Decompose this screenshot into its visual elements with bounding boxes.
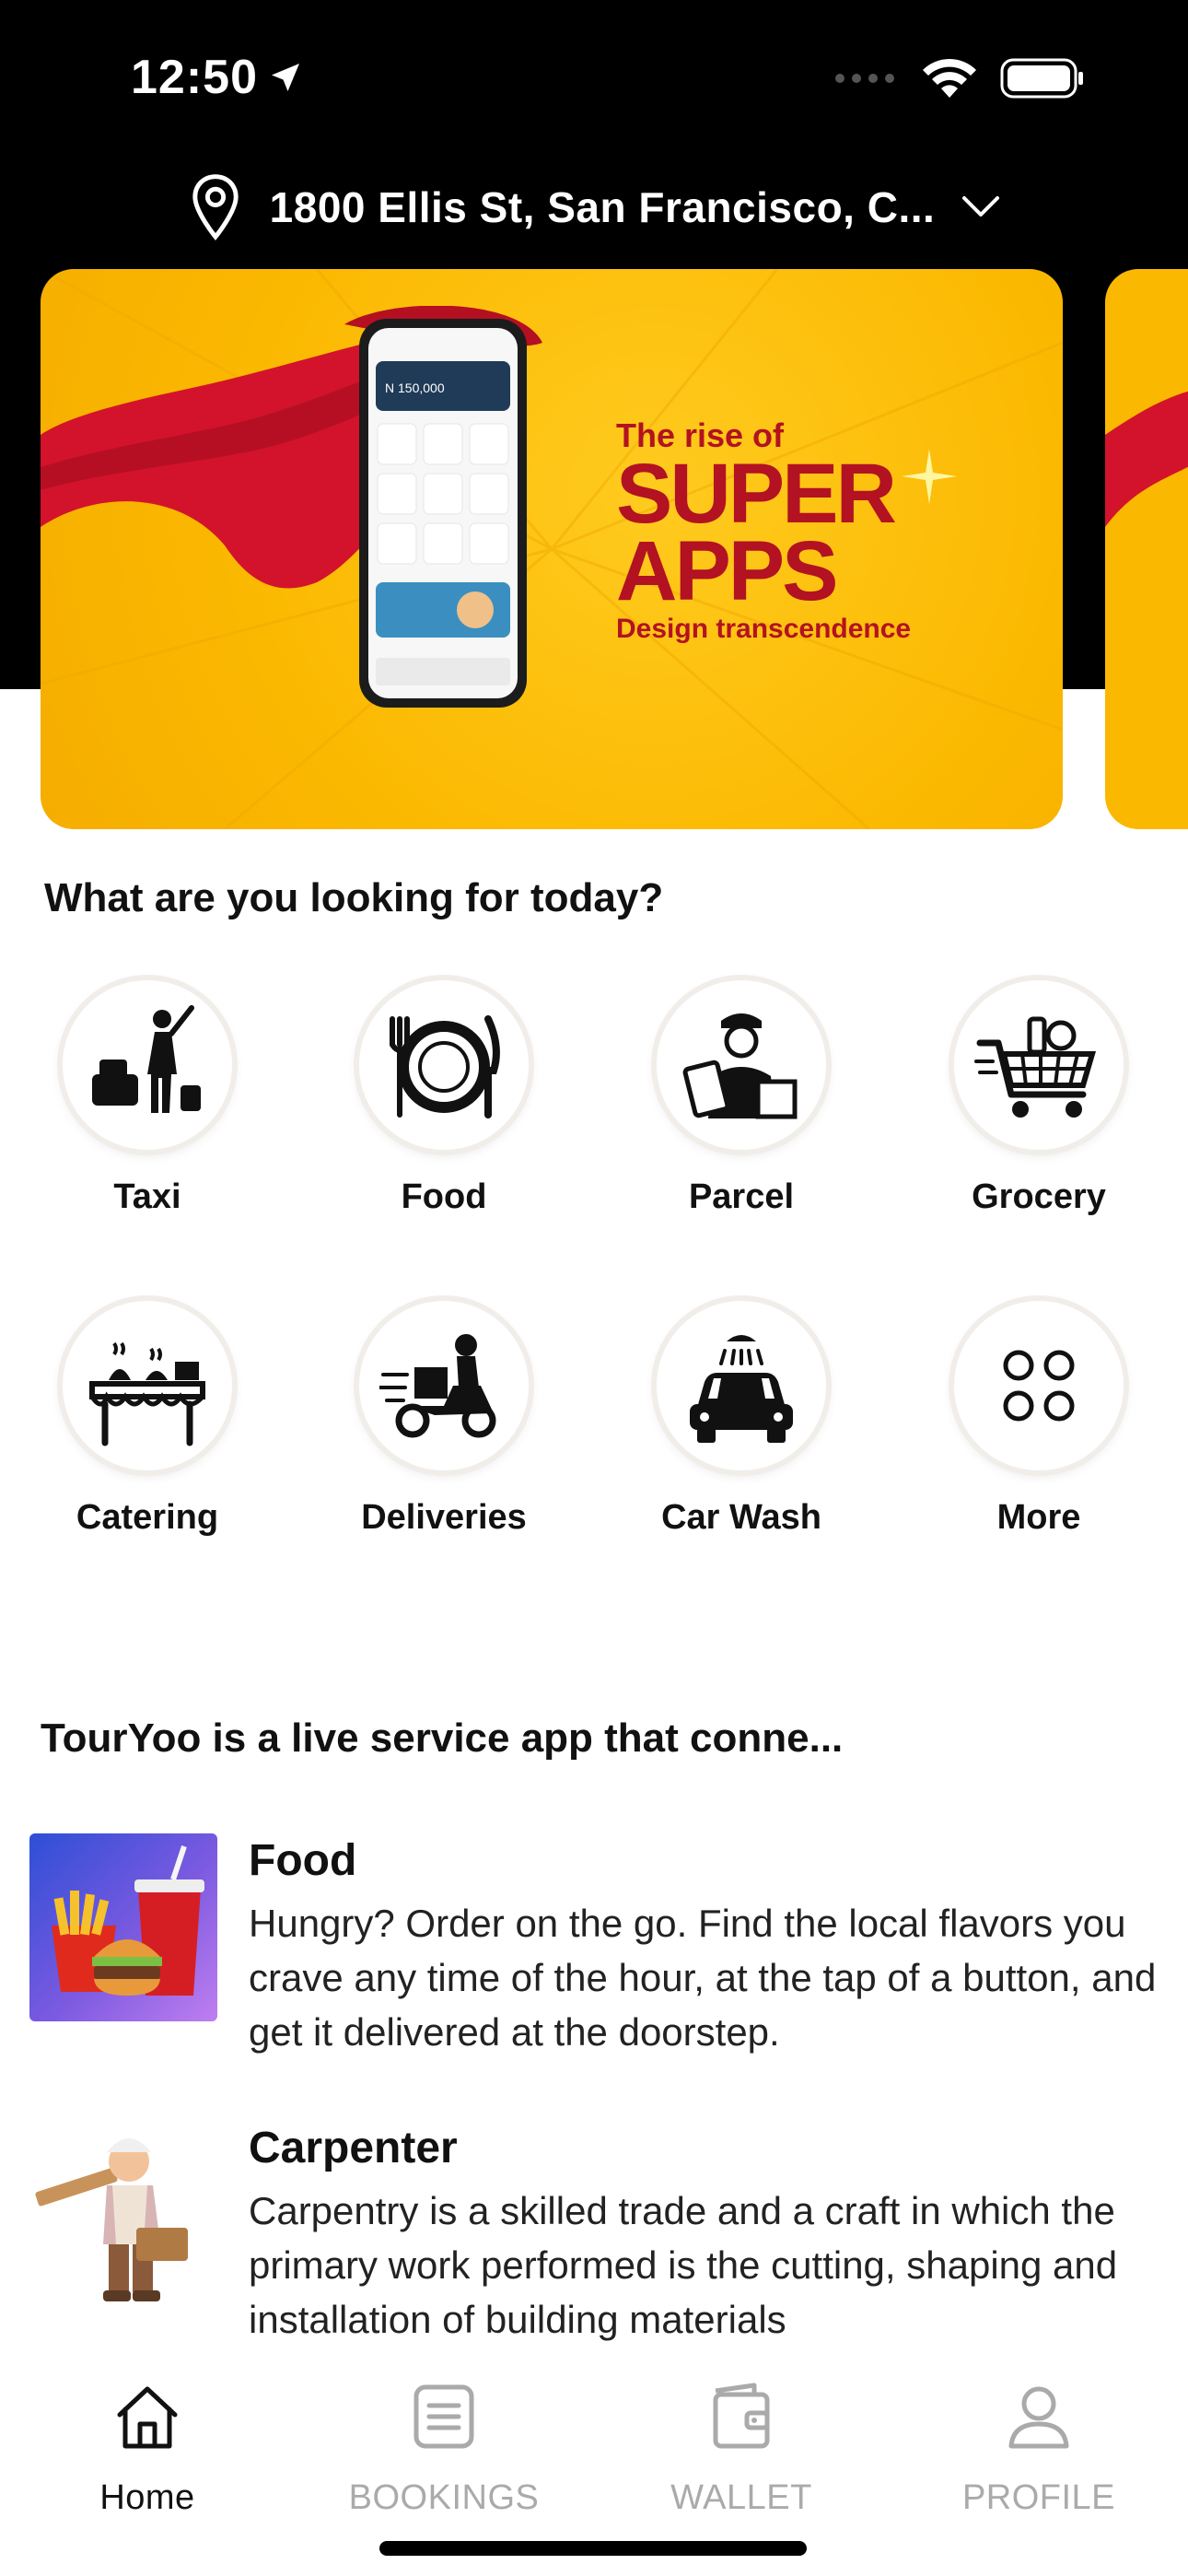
clock-text: 12:50 [131,51,258,104]
category-parcel[interactable]: Parcel [622,980,861,1217]
category-deliveries[interactable]: Deliveries [324,1301,564,1538]
tab-bookings[interactable]: BOOKINGS [324,2375,564,2518]
deliveries-icon [379,1334,496,1438]
cape-peek-illustration [1105,391,1188,527]
address-selector[interactable]: 1800 Ellis St, San Francisco, C... [0,166,1188,249]
category-car-wash[interactable]: Car Wash [622,1301,861,1538]
banner-title-line2: APPS [616,524,839,618]
sparkle-icon [902,449,957,504]
wallet-icon [713,2383,770,2449]
burger-fries-icon [52,1845,204,1996]
food-thumbnail [29,1833,217,2021]
location-pin-icon [192,174,239,240]
status-indicators [834,57,1085,100]
tab-label: WALLET [670,2478,812,2517]
service-name: Carpenter [249,2124,458,2172]
service-description: Hungry? Order on the go. Find the local … [249,1902,1157,2054]
food-icon [390,1015,500,1118]
category-circle [63,1301,232,1470]
catering-icon [89,1341,205,1446]
tab-label: Home [99,2478,195,2517]
category-label: Catering [76,1498,219,1537]
tab-label: BOOKINGS [348,2478,540,2517]
carpenter-icon [35,2138,188,2301]
category-label: Car Wash [661,1498,821,1537]
category-label: Deliveries [361,1498,527,1537]
category-label: Grocery [972,1177,1106,1216]
category-taxi[interactable]: Taxi [28,980,267,1217]
phone-mockup-icon: N 150,000 [359,319,527,708]
category-circle [359,980,529,1150]
banner-carousel[interactable]: N 150,000 The rise of SUPER APPS Design … [0,269,1188,829]
category-circle [359,1301,529,1470]
service-item-carpenter[interactable]: Carpenter Carpentry is a skilled trade a… [29,2121,1162,2341]
category-label: More [996,1498,1081,1537]
tab-home[interactable]: Home [28,2375,267,2518]
bookings-icon [413,2384,474,2449]
category-catering[interactable]: Catering [28,1301,267,1538]
battery-icon [1000,58,1083,99]
category-label: Food [401,1177,487,1216]
category-label: Parcel [688,1177,795,1216]
service-name: Food [249,1836,357,1885]
taxi-icon [92,1005,201,1113]
wifi-icon [923,58,976,98]
status-time: 12:50 [131,50,304,105]
grocery-icon [974,1016,1097,1118]
service-description: Carpentry is a skilled trade and a craft… [249,2189,1118,2341]
parcel-icon [682,1013,798,1119]
carpenter-thumbnail [29,2121,217,2309]
category-food[interactable]: Food [324,980,564,1217]
phone-balance: N 150,000 [385,381,445,395]
category-circle [954,980,1124,1150]
about-title: TourYoo is a live service app that conne… [41,1715,844,1761]
category-circle [63,980,232,1150]
category-circle [657,980,826,1150]
banner-super-apps[interactable]: N 150,000 The rise of SUPER APPS Design … [41,269,1063,829]
tab-wallet[interactable]: WALLET [622,2375,861,2518]
category-grocery[interactable]: Grocery [919,980,1159,1217]
chevron-down-icon [962,196,1000,217]
home-icon [117,2386,178,2449]
banner-title-line1: SUPER [616,447,897,541]
status-bar: 12:50 [0,0,1188,157]
categories-title: What are you looking for today? [44,875,664,920]
banner-text: The rise of SUPER APPS Design transcende… [616,416,911,645]
location-arrow-icon [272,64,299,91]
category-circle [657,1301,826,1470]
category-circle [954,1301,1124,1470]
tab-label: PROFILE [961,2478,1116,2517]
service-item-food[interactable]: Food Hungry? Order on the go. Find the l… [29,1833,1162,2054]
category-label: Taxi [113,1177,181,1216]
profile-icon [1008,2386,1069,2449]
category-more[interactable]: More [919,1301,1159,1538]
home-indicator[interactable] [379,2541,807,2556]
address-text: 1800 Ellis St, San Francisco, C... [269,183,936,231]
banner-subtitle: Design transcendence [616,614,912,644]
car-wash-icon [690,1335,793,1443]
signal-icon [835,74,894,83]
banner-next-peek[interactable] [1105,269,1188,829]
more-icon [1003,1350,1075,1422]
tab-profile[interactable]: PROFILE [919,2375,1159,2518]
